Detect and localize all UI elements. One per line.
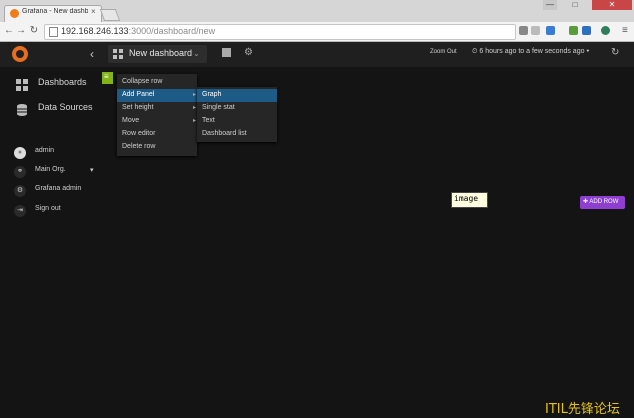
- extension-blue-icon[interactable]: [582, 26, 591, 35]
- chevron-right-icon: ▸: [193, 92, 197, 98]
- back-arrow-icon[interactable]: ←: [4, 25, 14, 36]
- watermark-text: ITIL先锋论坛: [545, 402, 620, 417]
- grid-icon: [16, 78, 28, 91]
- profile-label: Main Org.: [35, 166, 66, 173]
- chevron-right-icon: ▸: [193, 105, 197, 111]
- menu-item-row-editor[interactable]: Row editor: [117, 128, 197, 141]
- address-bar[interactable]: 192.168.246.133:3000/dashboard/new: [44, 24, 516, 40]
- tab-close-icon[interactable]: ×: [91, 7, 96, 16]
- image-tooltip: image: [451, 192, 488, 208]
- submenu-item-label: Dashboard list: [202, 130, 247, 137]
- tab-title: Grafana - New dashbo...: [22, 8, 88, 15]
- menu-item-label: Row editor: [122, 130, 156, 137]
- menu-item-label: Set height: [122, 104, 154, 111]
- sidebar-item-dashboards[interactable]: Dashboards: [0, 73, 101, 95]
- page-icon: [49, 27, 58, 37]
- grafana-logo-icon[interactable]: [12, 46, 28, 62]
- user-avatar-icon: ●: [14, 147, 26, 159]
- grafana-topbar: ‹ New dashboard ⌄ ⚙ Zoom Out ⏲ 6 hours a…: [0, 42, 634, 67]
- menu-item-delete-row[interactable]: Delete row: [117, 141, 197, 154]
- menu-item-move[interactable]: Move ▸: [117, 115, 197, 128]
- gear-icon[interactable]: ⚙: [244, 47, 253, 58]
- image-tooltip-text: image: [454, 194, 479, 203]
- forward-arrow-icon[interactable]: →: [16, 25, 26, 36]
- save-icon[interactable]: [222, 48, 231, 57]
- window-minimize-button[interactable]: —: [543, 0, 557, 10]
- submenu-item-text[interactable]: Text: [197, 115, 277, 128]
- sidebar-item-data-sources[interactable]: Data Sources: [0, 98, 101, 120]
- sidebar-item-label: Dashboards: [38, 77, 87, 87]
- window-close-button[interactable]: ✕: [592, 0, 632, 10]
- url-host: 192.168.246.133: [61, 26, 129, 36]
- key-icon[interactable]: [519, 26, 528, 35]
- menu-item-set-height[interactable]: Set height ▸: [117, 102, 197, 115]
- submenu-item-label: Text: [202, 117, 215, 124]
- add-panel-submenu: Graph Single stat Text Dashboard list: [197, 87, 277, 142]
- row-dropdown-menu: Collapse row Add Panel ▸ Set height ▸ Move…: [117, 74, 197, 156]
- browser-tab[interactable]: Grafana - New dashbo... ×: [4, 5, 102, 23]
- extension-circle-icon[interactable]: [601, 26, 610, 35]
- submenu-item-single-stat[interactable]: Single stat: [197, 102, 277, 115]
- chevron-right-icon: ▸: [193, 118, 197, 124]
- grafana-favicon-icon: [10, 9, 19, 18]
- submenu-item-label: Single stat: [202, 104, 235, 111]
- chevron-left-icon[interactable]: ‹: [90, 47, 94, 61]
- browser-toolbar: ← → ↻ 192.168.246.133:3000/dashboard/new…: [0, 22, 634, 42]
- menu-item-collapse-row[interactable]: Collapse row: [117, 76, 197, 89]
- submenu-item-graph[interactable]: Graph: [197, 89, 277, 102]
- profile-label: admin: [35, 147, 55, 154]
- star-icon[interactable]: [531, 26, 540, 35]
- profile-item-sign-out[interactable]: ⇥ Sign out: [0, 203, 101, 221]
- menu-item-label: Add Panel: [122, 91, 155, 98]
- profile-item-grafana-admin[interactable]: ⚙ Grafana admin: [0, 183, 101, 201]
- profile-item-admin[interactable]: ● admin: [0, 145, 101, 163]
- new-tab-button[interactable]: [99, 9, 121, 21]
- extension-green-icon[interactable]: [569, 26, 578, 35]
- refresh-icon[interactable]: ↻: [611, 47, 619, 58]
- chevron-down-icon: ▾: [90, 167, 94, 174]
- profile-item-org[interactable]: ⚭ Main Org. ▾: [0, 164, 101, 182]
- database-icon: [16, 103, 28, 116]
- side-menu: Dashboards Data Sources ● admin ⚭ Main O…: [0, 67, 101, 418]
- profile-label: Sign out: [35, 205, 61, 212]
- menu-item-add-panel[interactable]: Add Panel ▸: [117, 89, 197, 102]
- time-range-picker[interactable]: ⏲ 6 hours ago to a few seconds ago ▾: [472, 48, 589, 56]
- chevron-down-icon: ⌄: [193, 49, 200, 58]
- browser-menu-icon[interactable]: ≡: [622, 25, 628, 36]
- sign-out-icon: ⇥: [14, 205, 26, 217]
- cog-icon: ⚙: [14, 185, 26, 197]
- zoom-out-button[interactable]: Zoom Out: [430, 49, 457, 55]
- dashboard-title: New dashboard: [129, 48, 193, 58]
- users-icon: ⚭: [14, 166, 26, 178]
- url-path: :3000/dashboard/new: [128, 26, 216, 36]
- reload-icon[interactable]: ↻: [29, 25, 39, 36]
- add-row-button[interactable]: ✚ ADD ROW: [580, 196, 625, 209]
- profile-label: Grafana admin: [35, 185, 82, 192]
- window-maximize-button[interactable]: □: [568, 0, 582, 10]
- browser-titlebar: Grafana - New dashbo... × — □ ✕: [0, 0, 634, 23]
- url-text: 192.168.246.133:3000/dashboard/new: [61, 26, 215, 36]
- submenu-item-dashboard-list[interactable]: Dashboard list: [197, 128, 277, 141]
- dashboard-title-button[interactable]: New dashboard ⌄: [108, 45, 207, 63]
- extension-icon[interactable]: [546, 26, 555, 35]
- sidebar-item-label: Data Sources: [38, 102, 93, 112]
- row-menu-handle[interactable]: ≡: [102, 72, 113, 84]
- menu-item-label: Collapse row: [122, 78, 163, 85]
- dashboard-grid-icon: [113, 49, 123, 59]
- hamburger-icon: ≡: [104, 72, 109, 81]
- menu-item-label: Move: [122, 117, 140, 124]
- add-row-label: ✚ ADD ROW: [583, 199, 619, 205]
- submenu-item-label: Graph: [202, 91, 222, 98]
- menu-item-label: Delete row: [122, 143, 156, 150]
